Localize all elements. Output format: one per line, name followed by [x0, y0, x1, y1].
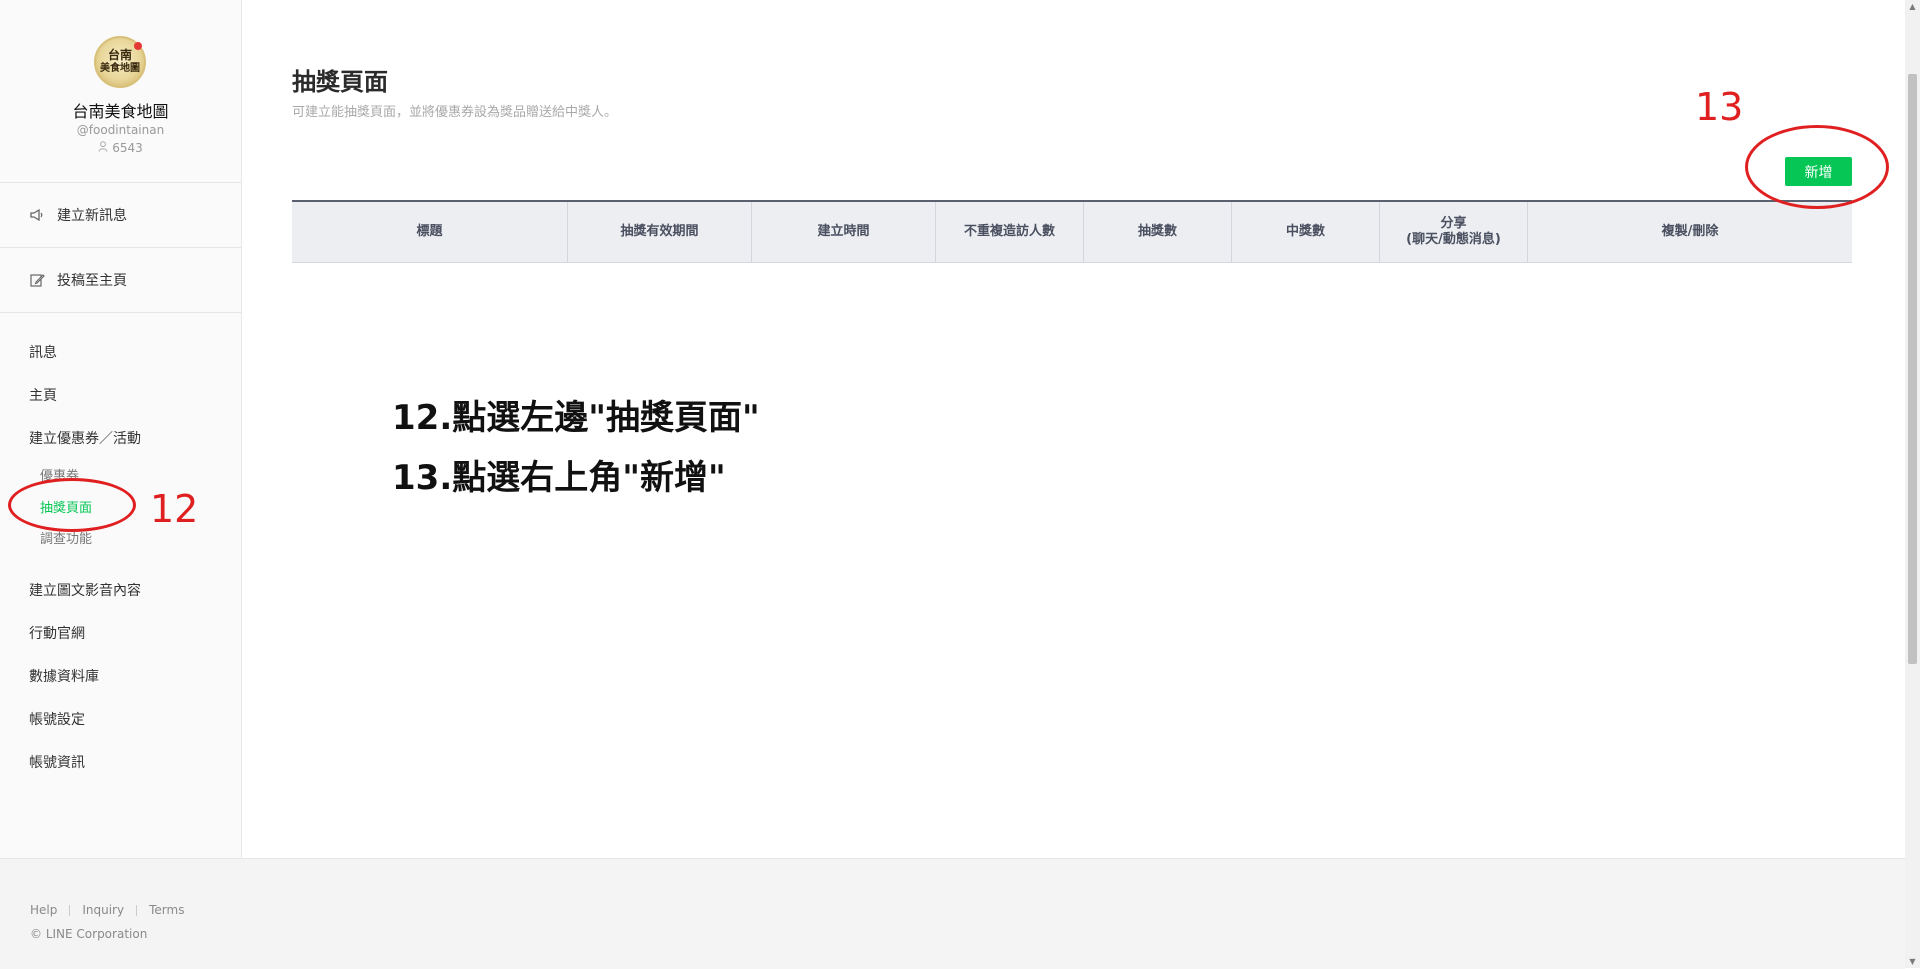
- footer-copyright: © LINE Corporation: [30, 927, 148, 941]
- instruction-line-1: 12.點選左邊"抽獎頁面": [392, 398, 760, 438]
- page-description: 可建立能抽獎頁面，並將優惠券設為獎品贈送給中獎人。: [292, 105, 618, 120]
- follower-count: 6543: [0, 141, 241, 155]
- account-id: @foodintainan: [76, 123, 165, 137]
- col-created-time: 建立時間: [752, 202, 936, 262]
- instruction-line-2: 13.點選右上角"新增": [392, 458, 726, 498]
- footer-link-inquiry[interactable]: Inquiry: [82, 903, 124, 917]
- nav-media[interactable]: 建立圖文影音內容: [29, 580, 141, 600]
- col-draw-count: 抽獎數: [1084, 202, 1232, 262]
- person-icon: [98, 141, 108, 155]
- footer-links: Help Inquiry Terms: [30, 903, 184, 917]
- col-share: 分享 (聊天/動態消息): [1380, 202, 1528, 262]
- footer-divider: [136, 904, 138, 916]
- megaphone-icon: [29, 207, 45, 223]
- nav-coupons-events[interactable]: 建立優惠券／活動: [29, 428, 141, 448]
- col-title: 標題: [292, 202, 568, 262]
- create-message-button[interactable]: 建立新訊息: [0, 183, 241, 248]
- nav-messages[interactable]: 訊息: [29, 342, 57, 362]
- account-name: 台南美食地圖: [72, 102, 169, 121]
- col-lottery-period: 抽獎有效期間: [568, 202, 752, 262]
- annotation-circle-12: [8, 478, 136, 532]
- post-to-home-button[interactable]: 投稿至主頁: [0, 248, 241, 313]
- table-header: 標題 抽獎有效期間 建立時間 不重複造訪人數 抽獎數 中獎數 分享 (聊天/動態…: [292, 200, 1852, 263]
- scroll-up-arrow-icon[interactable]: ▲: [1908, 2, 1917, 11]
- follower-count-value: 6543: [112, 141, 143, 155]
- vertical-scrollbar[interactable]: ▲ ▼: [1905, 0, 1920, 968]
- footer-divider: [69, 904, 71, 916]
- pin-icon: [134, 42, 142, 50]
- annotation-number-13: 13: [1695, 85, 1744, 129]
- footer-link-help[interactable]: Help: [30, 903, 57, 917]
- create-message-label: 建立新訊息: [57, 208, 127, 224]
- scrollbar-thumb[interactable]: [1908, 74, 1917, 664]
- scroll-down-arrow-icon[interactable]: ▼: [1908, 957, 1917, 966]
- nav-account-settings[interactable]: 帳號設定: [29, 709, 85, 729]
- col-win-count: 中獎數: [1232, 202, 1380, 262]
- instruction-text: 12.點選左邊"抽獎頁面" 13.點選右上角"新增": [392, 388, 760, 508]
- nav-home[interactable]: 主頁: [29, 385, 57, 405]
- nav-database[interactable]: 數據資料庫: [29, 666, 99, 686]
- post-to-home-label: 投稿至主頁: [57, 273, 127, 289]
- annotation-number-12: 12: [150, 487, 199, 531]
- logo-text-1: 台南: [107, 48, 132, 62]
- edit-icon: [29, 272, 45, 288]
- footer: Help Inquiry Terms © LINE Corporation: [0, 858, 1905, 969]
- col-copy-delete: 複製/刪除: [1661, 224, 1719, 239]
- account-logo[interactable]: 台南 美食地圖: [94, 36, 146, 88]
- annotation-circle-13: [1745, 125, 1889, 209]
- logo-text-2: 美食地圖: [100, 63, 140, 74]
- page-title: 抽獎頁面: [292, 68, 388, 96]
- account-profile: 台南 美食地圖 台南美食地圖 @foodintainan 6543: [0, 0, 241, 183]
- footer-link-terms[interactable]: Terms: [149, 903, 184, 917]
- nav-mobile-site[interactable]: 行動官網: [29, 623, 85, 643]
- col-unique-visitors: 不重複造訪人數: [936, 202, 1084, 262]
- sidebar: 台南 美食地圖 台南美食地圖 @foodintainan 6543 建立新訊息 …: [0, 0, 242, 858]
- nav-account-info[interactable]: 帳號資訊: [29, 752, 85, 772]
